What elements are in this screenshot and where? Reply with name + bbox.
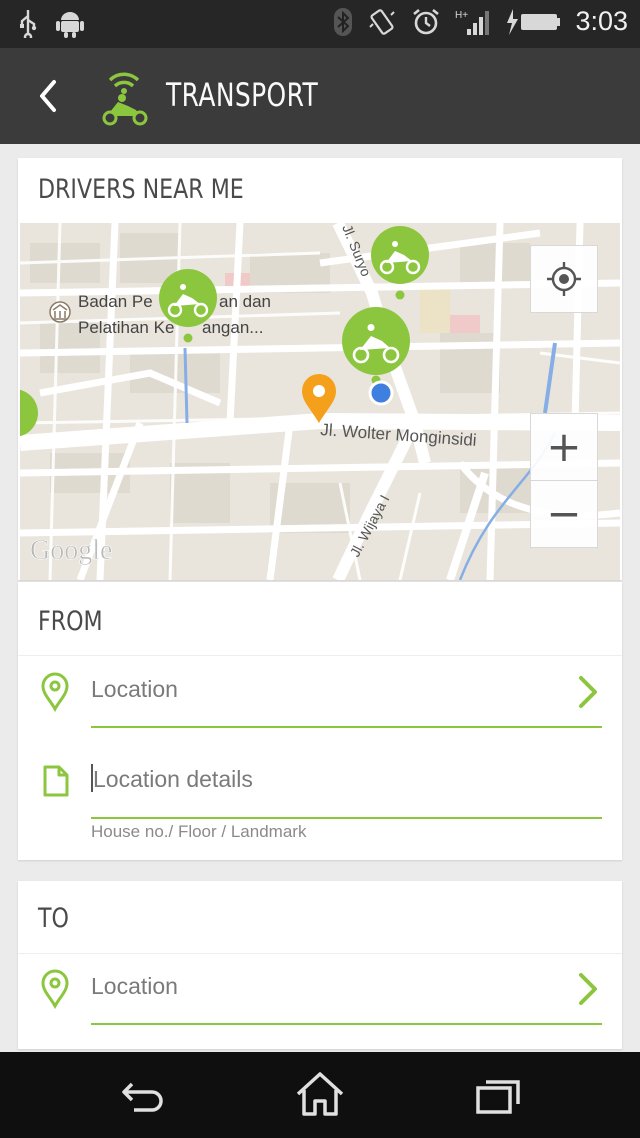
zoom-out-button[interactable]: − (530, 480, 598, 548)
poi-label-line2-b: angan... (202, 318, 263, 337)
current-location-dot (368, 380, 394, 406)
location-pin-icon (41, 672, 69, 712)
poi-label-line2: Pelatihan Ke (78, 318, 174, 337)
location-details-placeholder: Location details (93, 766, 253, 792)
back-arrow-icon[interactable] (28, 74, 68, 118)
back-icon[interactable] (118, 1074, 168, 1118)
from-location-details-input[interactable]: Location details (91, 758, 602, 818)
from-card-title: FROM (38, 606, 103, 637)
zoom-in-icon: + (546, 422, 582, 471)
to-location-field[interactable]: Location (91, 963, 602, 1025)
app-bar: TRANSPORT (0, 48, 640, 144)
drivers-map[interactable]: Jl. Wolter Monginsidi Jl. Suryo Jl. Wija… (20, 223, 620, 580)
from-card: FROM Location Location details House no.… (18, 582, 622, 860)
vibrate-icon (369, 8, 396, 35)
usb-icon (20, 10, 37, 38)
divider (18, 655, 622, 656)
to-location-underline (91, 1023, 602, 1025)
status-bar: H+ 3:03 (0, 0, 640, 48)
to-location-placeholder: Location (91, 973, 178, 999)
to-card: TO Location (18, 881, 622, 1049)
chevron-right-icon[interactable] (576, 674, 600, 710)
signal-icon: H+ (455, 10, 490, 35)
transport-logo-icon (102, 72, 148, 126)
chevron-right-icon[interactable] (576, 971, 600, 1007)
location-pin-icon (41, 969, 69, 1009)
my-location-icon (547, 262, 581, 296)
from-location-placeholder: Location (91, 676, 178, 702)
my-location-button[interactable] (530, 245, 598, 313)
document-icon (43, 765, 69, 797)
google-logo: Google (30, 535, 112, 566)
bluetooth-icon (334, 7, 353, 36)
drivers-card-title: DRIVERS NEAR ME (38, 174, 244, 205)
svg-text:H+: H+ (455, 10, 468, 21)
system-nav-bar (0, 1052, 640, 1138)
to-card-title: TO (38, 903, 69, 934)
home-icon[interactable] (294, 1070, 346, 1118)
page-title: TRANSPORT (166, 76, 319, 114)
battery-charging-icon (507, 8, 561, 35)
zoom-in-button[interactable]: + (530, 413, 598, 480)
from-location-field[interactable]: Location (91, 666, 602, 728)
poi-label-line1: Badan Pe (78, 292, 153, 311)
clock: 3:03 (575, 6, 628, 36)
from-location-underline (91, 726, 602, 728)
poi-label-line1-b: an dan (219, 292, 271, 311)
zoom-out-icon: − (546, 489, 582, 538)
location-details-underline (91, 817, 602, 819)
android-icon (56, 12, 84, 38)
alarm-icon (413, 8, 440, 34)
location-details-hint: House no./ Floor / Landmark (91, 822, 307, 841)
recent-apps-icon[interactable] (474, 1074, 522, 1118)
divider (18, 953, 622, 954)
